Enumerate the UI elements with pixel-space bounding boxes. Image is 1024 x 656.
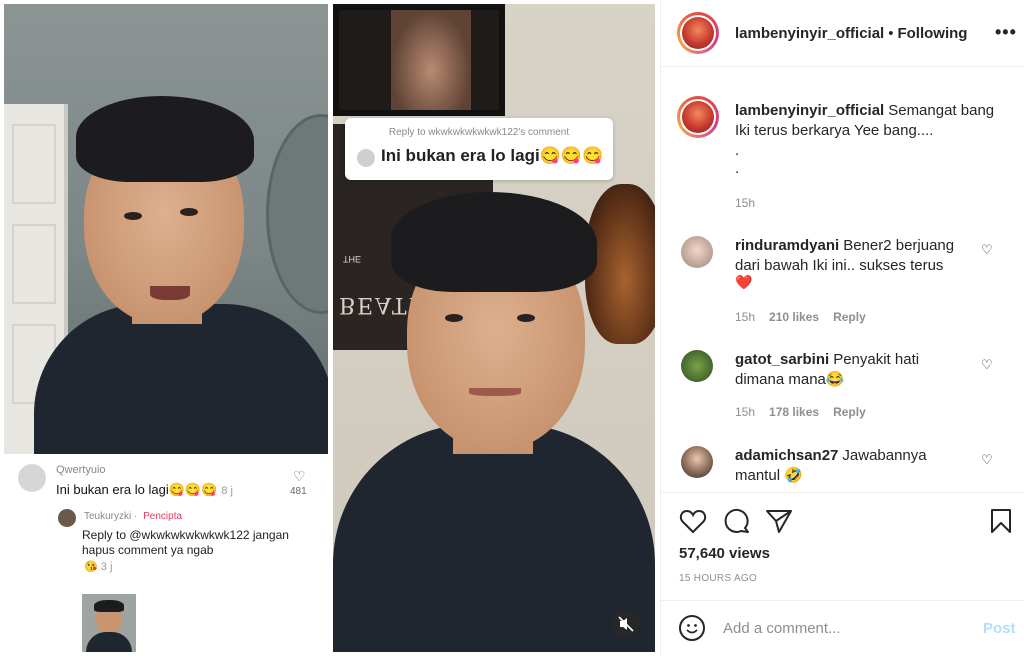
comment-meta: 15h 210 likes Reply	[735, 310, 880, 324]
eye	[517, 314, 535, 322]
share-button[interactable]	[765, 508, 793, 541]
comment-emoji: ❤️	[735, 274, 753, 290]
post-media[interactable]: Qwertyuio Ini bukan era lo lagi😋😋😋 8 j ♡ …	[0, 0, 660, 656]
shirt	[333, 424, 655, 652]
comment-meta: 15h 178 likes Reply	[735, 405, 880, 419]
caption-dot: .	[735, 142, 740, 159]
following-button[interactable]: Following	[897, 25, 967, 42]
creator-badge: Pencipta	[143, 511, 183, 522]
comment-username[interactable]: rinduramdyani	[735, 237, 839, 254]
eye	[445, 314, 463, 322]
post-button[interactable]: Post	[983, 620, 1016, 637]
heart-icon[interactable]: ♡	[981, 242, 993, 258]
comment-text: Ini bukan era lo lagi😋😋😋 8 j	[56, 482, 233, 498]
shirt	[34, 304, 328, 454]
mute-icon	[618, 616, 634, 632]
comment-text: adamichsan27 Jawabannya mantul 🤣	[735, 446, 963, 486]
poster-small-text: THE	[343, 254, 361, 264]
avatar	[18, 464, 46, 492]
avatar[interactable]	[677, 12, 719, 54]
comment-username[interactable]: adamichsan27	[735, 447, 838, 464]
divider	[661, 600, 1024, 601]
like-button[interactable]	[679, 508, 707, 541]
separator-dot: •	[888, 25, 894, 42]
hair	[76, 96, 254, 182]
reply-button[interactable]: Reply	[833, 405, 866, 419]
mouth	[150, 286, 190, 300]
divider	[661, 66, 1024, 67]
sticker-text: Ini bukan era lo lagi😋😋😋	[381, 146, 604, 165]
caption: lambenyinyir_official Semangat bang Iki t…	[735, 101, 1005, 141]
avatar	[357, 149, 375, 167]
caption-username[interactable]: lambenyinyir_official	[735, 102, 884, 119]
like-count[interactable]: 210 likes	[769, 310, 819, 324]
view-count[interactable]: 57,640 views	[679, 545, 770, 562]
divider	[661, 492, 1024, 493]
caption-time: 15h	[735, 196, 756, 210]
emoji-icon	[686, 624, 698, 634]
reply-time: 3 j	[100, 561, 113, 573]
comment-icon	[724, 508, 749, 533]
heart-icon	[679, 509, 707, 534]
mouth	[469, 388, 521, 396]
emoji-button[interactable]	[679, 615, 705, 641]
avatar[interactable]	[681, 236, 713, 268]
reply-button[interactable]: Reply	[833, 310, 866, 324]
username-link[interactable]: lambenyinyir_official	[735, 25, 884, 42]
post-info-panel: lambenyinyir_official • Following ••• lamb…	[660, 0, 1024, 656]
caption-dot: .	[735, 160, 740, 177]
comment-username[interactable]: gatot_sarbini	[735, 351, 829, 368]
poster	[333, 4, 505, 116]
reply-sticker: Reply to wkwkwkwkwkwk122's comment Ini b…	[345, 118, 613, 180]
reply-user: Teukuryzki	[84, 511, 132, 522]
eye	[124, 212, 142, 220]
bookmark-icon	[991, 509, 1011, 533]
post-header: lambenyinyir_official • Following	[735, 25, 967, 42]
door-panel	[12, 124, 56, 204]
more-icon[interactable]: •••	[995, 22, 1017, 43]
like-count[interactable]: 178 likes	[769, 405, 819, 419]
heart-icon[interactable]: ♡	[981, 357, 993, 373]
heart-icon: ♡	[293, 468, 306, 484]
avatar[interactable]	[681, 446, 713, 478]
door-panel	[12, 224, 56, 304]
comment-button[interactable]	[723, 508, 751, 541]
eye	[180, 208, 198, 216]
comment-time: 15h	[735, 310, 756, 324]
sticker-header: Reply to wkwkwkwkwkwk122's comment	[388, 127, 570, 138]
reply-username: Teukuryzki · Pencipta	[84, 511, 183, 522]
share-icon	[766, 510, 792, 533]
video-thumbnail	[82, 582, 136, 652]
reply-meta: 😘 3 j	[84, 560, 112, 573]
save-button[interactable]	[989, 508, 1013, 541]
like-count: 481	[290, 486, 307, 497]
comment-text: rinduramdyani Bener2 berjuang dari bawah …	[735, 236, 963, 276]
reply-emoji: 😘	[84, 561, 98, 573]
video-frame-left	[4, 4, 328, 454]
comment-time: 8 j	[221, 485, 233, 497]
comment-body: Ini bukan era lo lagi😋😋😋	[56, 482, 218, 497]
mute-button[interactable]	[612, 610, 640, 638]
comment-text: gatot_sarbini Penyakit hati dimana mana😂	[735, 350, 963, 390]
heart-icon[interactable]: ♡	[981, 452, 993, 468]
avatar	[58, 509, 76, 527]
comment-username: Qwertyuio	[56, 464, 106, 476]
tiktok-comments: Qwertyuio Ini bukan era lo lagi😋😋😋 8 j ♡ …	[4, 454, 328, 652]
avatar[interactable]	[681, 350, 713, 382]
hair	[391, 192, 597, 292]
comment-input[interactable]: Add a comment...	[723, 620, 841, 637]
tiktok-screenshot-left: Qwertyuio Ini bukan era lo lagi😋😋😋 8 j ♡ …	[4, 4, 328, 652]
background-mirror	[266, 114, 328, 314]
poster-face	[391, 10, 471, 110]
avatar[interactable]	[677, 96, 719, 138]
comment-time: 15h	[735, 405, 756, 419]
post-time: 15 HOURS AGO	[679, 573, 758, 584]
reply-text: Reply to @wkwkwkwkwkwk122 jangan hapus c…	[82, 528, 289, 557]
tiktok-screenshot-right: THE BEATLES Reply to wkwkwkwkwkwk122's c…	[333, 4, 655, 652]
